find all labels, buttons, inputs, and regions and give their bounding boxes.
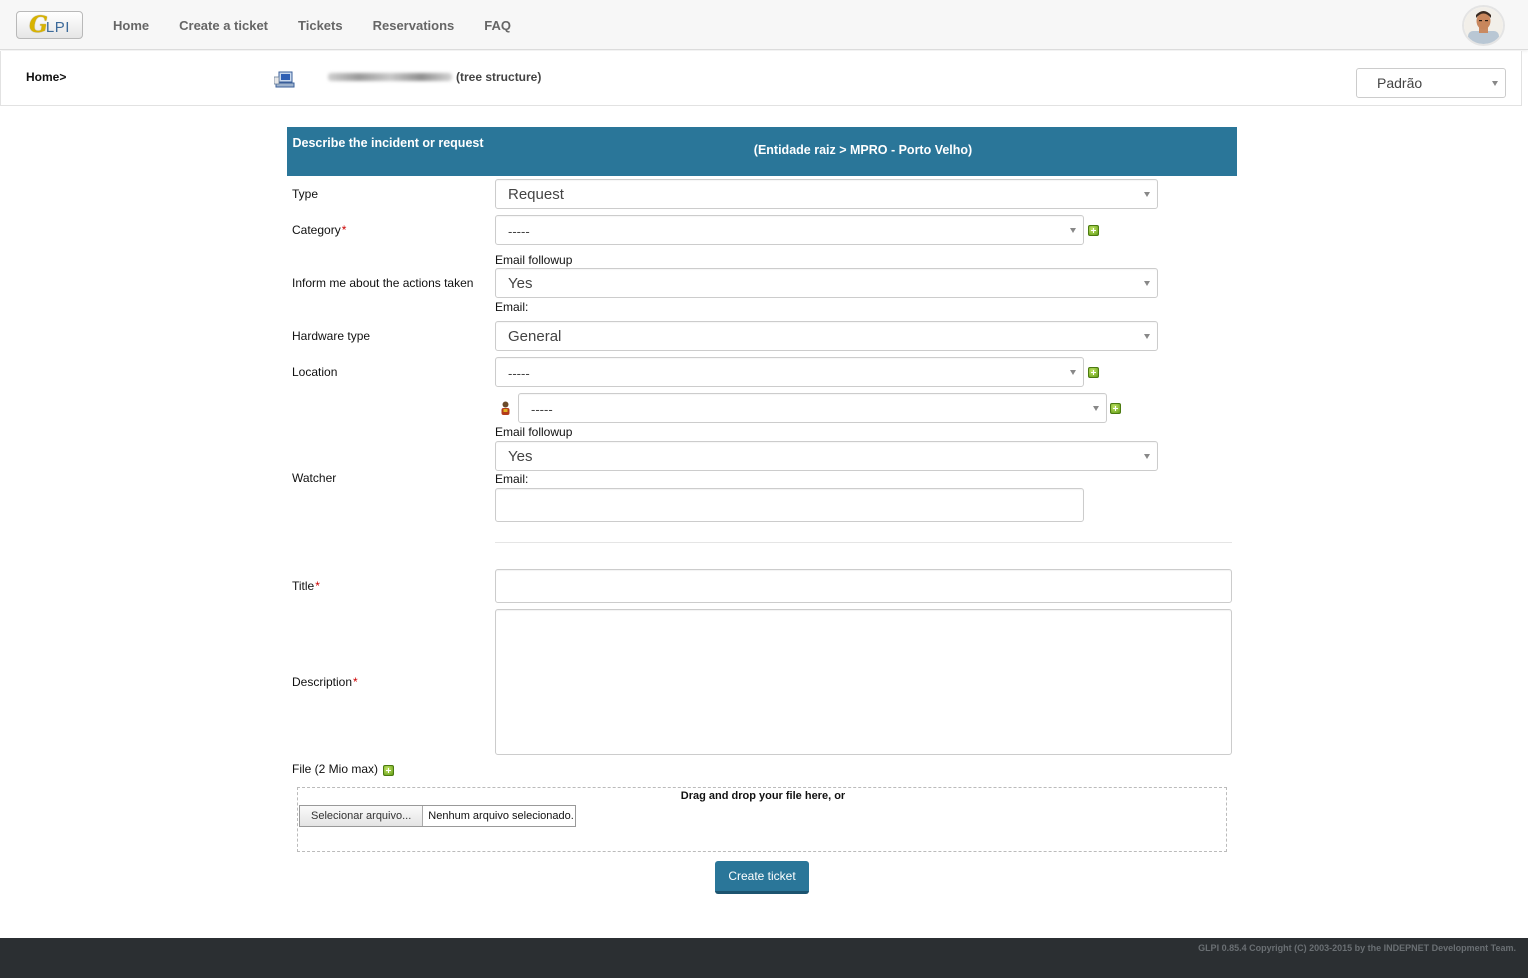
watcher-email-followup-label: Email followup <box>495 425 573 439</box>
footer: GLPI 0.85.4 Copyright (C) 2003-2015 by t… <box>0 938 1528 978</box>
watcher-email-input[interactable] <box>495 488 1084 522</box>
title-input[interactable] <box>495 569 1232 603</box>
category-label-text: Category <box>292 223 341 237</box>
chevron-down-icon <box>1144 334 1150 339</box>
required-marker: * <box>315 579 320 593</box>
dropzone-text: Drag and drop your file here, or <box>680 790 846 802</box>
watcher-user-select[interactable]: ----- <box>518 393 1107 423</box>
category-select-value: ----- <box>508 224 530 239</box>
location-select-value: ----- <box>508 366 530 381</box>
location-select[interactable]: ----- <box>495 357 1084 387</box>
add-category-icon[interactable] <box>1088 225 1099 236</box>
breadcrumb-home[interactable]: Home> <box>26 70 66 84</box>
file-status: Nenhum arquivo selecionado. <box>428 810 574 822</box>
chevron-down-icon <box>1144 454 1150 459</box>
chevron-down-icon <box>1070 370 1076 375</box>
inform-followup-value: Yes <box>508 275 533 292</box>
add-watcher-icon[interactable] <box>1110 403 1121 414</box>
avatar[interactable] <box>1462 5 1505 46</box>
nav-reservations[interactable]: Reservations <box>358 18 470 33</box>
hardware-type-label: Hardware type <box>292 329 371 343</box>
title-label: Title* <box>292 579 320 593</box>
form-header-title: Describe the incident or request <box>292 136 484 150</box>
type-select[interactable]: Request <box>495 179 1158 209</box>
file-input[interactable]: Selecionar arquivo... Nenhum arquivo sel… <box>299 805 576 827</box>
description-label: Description* <box>292 675 358 689</box>
add-file-icon[interactable] <box>383 765 394 776</box>
category-label: Category* <box>292 223 346 237</box>
nav-create-ticket[interactable]: Create a ticket <box>164 18 283 33</box>
watcher-user-value: ----- <box>531 402 553 417</box>
chevron-down-icon <box>1070 228 1076 233</box>
footer-copyright[interactable]: GLPI 0.85.4 Copyright (C) 2003-2015 by t… <box>1198 943 1516 953</box>
required-marker: * <box>341 223 347 237</box>
nav-tickets[interactable]: Tickets <box>283 18 358 33</box>
create-ticket-button[interactable]: Create ticket <box>715 861 809 894</box>
chevron-down-icon <box>1492 81 1498 86</box>
top-navbar: G LPI Home Create a ticket Tickets Reser… <box>0 0 1528 50</box>
watcher-followup-select[interactable]: Yes <box>495 441 1158 471</box>
section-divider <box>495 542 1232 543</box>
nav-faq[interactable]: FAQ <box>469 18 526 33</box>
select-file-button[interactable]: Selecionar arquivo... <box>300 806 424 826</box>
inform-label: Inform me about the actions taken <box>292 276 474 290</box>
inform-followup-select[interactable]: Yes <box>495 268 1158 298</box>
category-select[interactable]: ----- <box>495 215 1084 245</box>
description-label-text: Description <box>292 675 353 689</box>
chevron-down-icon <box>1144 281 1150 286</box>
required-marker: * <box>353 675 358 689</box>
watcher-label: Watcher <box>292 471 337 485</box>
nav-home[interactable]: Home <box>98 18 164 33</box>
inform-email-label: Email: <box>495 300 529 314</box>
avatar-photo-icon <box>1464 7 1503 44</box>
user-icon <box>501 401 510 415</box>
watcher-email-label: Email: <box>495 472 529 486</box>
add-location-icon[interactable] <box>1088 367 1099 378</box>
file-dropzone[interactable]: Drag and drop your file here, or Selecio… <box>297 787 1227 852</box>
profile-select-value: Padrão <box>1377 75 1423 91</box>
hardware-type-select[interactable]: General <box>495 321 1158 351</box>
chevron-down-icon <box>1093 406 1099 411</box>
location-label: Location <box>292 365 338 379</box>
chevron-down-icon <box>1144 192 1150 197</box>
form-header-entity: (Entidade raiz > MPRO - Porto Velho) <box>753 143 973 157</box>
main-menu: Home Create a ticket Tickets Reservation… <box>98 0 526 50</box>
description-textarea[interactable] <box>495 609 1232 755</box>
title-label-text: Title <box>292 579 315 593</box>
type-label: Type <box>292 187 319 201</box>
tree-structure-link[interactable]: (tree structure) <box>456 70 541 84</box>
watcher-followup-value: Yes <box>508 448 533 465</box>
type-select-value: Request <box>508 186 564 203</box>
file-label: File (2 Mio max) <box>292 762 379 776</box>
inform-email-followup-label: Email followup <box>495 253 573 267</box>
form-header: Describe the incident or request (Entida… <box>287 127 1237 176</box>
tree-structure-icon[interactable] <box>274 71 296 89</box>
logo-text: LPI <box>45 18 70 36</box>
entity-name-redacted <box>328 73 452 81</box>
breadcrumb-bar: Home> (tree structure) Padrão <box>0 51 1522 106</box>
hardware-type-value: General <box>508 328 562 345</box>
glpi-logo[interactable]: G LPI <box>16 11 83 39</box>
profile-select[interactable]: Padrão <box>1356 68 1506 98</box>
